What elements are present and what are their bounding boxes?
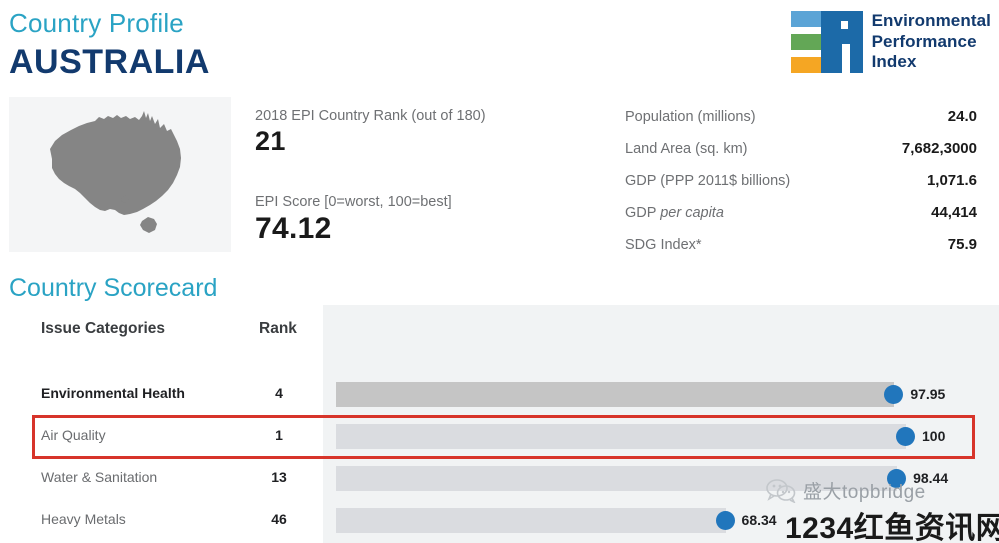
scorecard-row[interactable]: Environmental Health 4 97.95: [0, 374, 999, 416]
epi-rank-label: 2018 EPI Country Rank (out of 180): [255, 108, 486, 124]
stat-label-italic: per capita: [660, 205, 724, 221]
page-title: AUSTRALIA: [9, 43, 210, 81]
scorecard-row-bar: [336, 382, 895, 407]
stat-label: Population (millions): [625, 109, 756, 125]
scorecard-row-marker: [715, 511, 735, 530]
epi-logo-line-2: Performance: [871, 31, 977, 51]
scorecard-row-score: 68.34: [741, 512, 777, 528]
stat-row-sdg-index: SDG Index* 75.9: [625, 236, 977, 268]
scorecard-row-category: Air Quality: [41, 427, 106, 443]
stat-value: 24.0: [947, 108, 977, 125]
scorecard-row-rank: 4: [275, 385, 283, 401]
epi-rank-block: 2018 EPI Country Rank (out of 180) 21: [255, 108, 486, 157]
scorecard-row-rank: 13: [271, 469, 287, 485]
stat-row-land-area: Land Area (sq. km) 7,682,3000: [625, 140, 977, 172]
epi-score-label: EPI Score [0=worst, 100=best]: [255, 194, 452, 210]
stat-label-main: GDP: [625, 205, 661, 221]
scorecard-row-category: Heavy Metals: [41, 511, 126, 527]
scorecard-row-score: 98.44: [913, 470, 949, 486]
stat-label: SDG Index*: [625, 237, 702, 253]
stat-row-gdp-per-capita: GDP per capita 44,414: [625, 204, 977, 236]
page-eyebrow: Country Profile: [9, 8, 184, 38]
scorecard-row-bar: [336, 466, 898, 491]
scorecard-row-bar: [336, 424, 906, 449]
epi-logo-text: Environmental Performance Index: [872, 11, 991, 73]
column-header-categories: Issue Categories: [41, 320, 166, 337]
scorecard-row-rank: 46: [271, 511, 287, 527]
stat-label: Land Area (sq. km): [625, 141, 748, 157]
scorecard-row[interactable]: Heavy Metals 46 68.34: [0, 500, 999, 542]
scorecard-row[interactable]: Water & Sanitation 13 98.44: [0, 458, 999, 500]
epi-score-value: 74.12: [255, 212, 332, 245]
stat-value: 7,682,3000: [901, 140, 977, 157]
stat-value: 44,414: [931, 204, 977, 221]
epi-logo: Environmental Performance Index: [790, 11, 991, 73]
australia-map: [9, 97, 231, 252]
scorecard-row-marker: [884, 385, 904, 404]
scorecard-rows: Environmental Health 4 97.95 Air Quality 1 10…: [0, 374, 999, 542]
scorecard-row-category: Environmental Health: [41, 385, 185, 401]
scorecard-row-score: 97.95: [910, 386, 946, 402]
stat-row-population: Population (millions) 24.0: [625, 108, 977, 140]
scorecard-row-bar: [336, 508, 726, 533]
scorecard-row-category: Water & Sanitation: [41, 469, 158, 485]
scorecard-row-marker: [887, 469, 907, 488]
column-header-rank: Rank: [259, 320, 297, 337]
epi-logo-line-1: Environmental: [871, 11, 991, 31]
scorecard-row[interactable]: Air Quality 1 100: [0, 416, 999, 458]
stat-value: 75.9: [947, 236, 977, 253]
epi-score-block: EPI Score [0=worst, 100=best] 74.12: [255, 194, 452, 246]
stat-label: GDP per capita: [625, 205, 724, 221]
scorecard-row-marker: [896, 427, 915, 446]
stat-label: GDP (PPP 2011$ billions): [625, 173, 791, 189]
stat-row-gdp: GDP (PPP 2011$ billions) 1,071.6: [625, 172, 977, 204]
epi-rank-value: 21: [255, 126, 286, 156]
australia-map-icon: [50, 111, 181, 233]
scorecard-row-score: 100: [922, 428, 946, 444]
country-stats-table: Population (millions) 24.0 Land Area (sq…: [625, 108, 977, 268]
epi-logo-line-3: Index: [871, 52, 917, 72]
epi-logo-icon: [790, 11, 863, 73]
epi-letter-i: [849, 11, 863, 73]
epi-letter-p-counter: [840, 21, 848, 29]
country-profile-page: Country Profile AUSTRALIA Environmental …: [0, 0, 999, 543]
scorecard-row-rank: 1: [275, 427, 283, 443]
stat-value: 1,071.6: [926, 172, 977, 189]
scorecard-table-header: Issue Categories Rank: [41, 320, 305, 338]
scorecard-title: Country Scorecard: [9, 274, 218, 302]
